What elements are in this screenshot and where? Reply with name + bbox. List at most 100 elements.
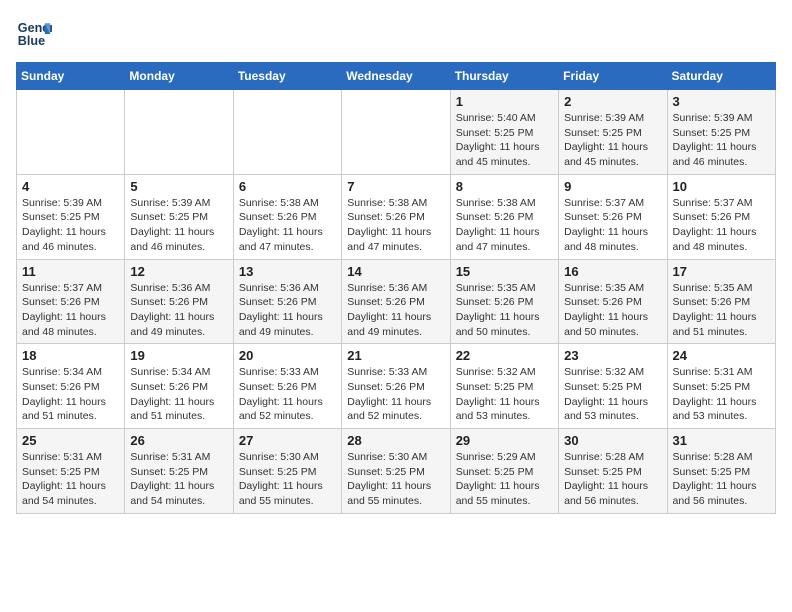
calendar-cell: 25 Sunrise: 5:31 AM Sunset: 5:25 PM Dayli… (17, 429, 125, 514)
weekday-header: Tuesday (233, 63, 341, 90)
calendar-cell: 18Sunrise: 5:34 AM Sunset: 5:26 PM Dayli… (17, 344, 125, 429)
calendar-cell: 26 Sunrise: 5:31 AM Sunset: 5:25 PM Dayli… (125, 429, 233, 514)
calendar-cell: 15 Sunrise: 5:35 AM Sunset: 5:26 PM Dayli… (450, 259, 558, 344)
day-number: 20 (239, 348, 336, 363)
day-info: Sunrise: 5:35 AM Sunset: 5:26 PM Dayligh… (456, 281, 553, 340)
day-number: 1 (456, 94, 553, 109)
day-number: 23 (564, 348, 661, 363)
day-number: 4 (22, 179, 119, 194)
calendar-cell: 28 Sunrise: 5:30 AM Sunset: 5:25 PM Dayli… (342, 429, 450, 514)
day-info: Sunrise: 5:30 AM Sunset: 5:25 PM Dayligh… (347, 450, 444, 509)
calendar-cell (342, 90, 450, 175)
calendar-cell: 8 Sunrise: 5:38 AM Sunset: 5:26 PM Daylig… (450, 174, 558, 259)
day-number: 2 (564, 94, 661, 109)
day-info: Sunrise: 5:37 AM Sunset: 5:26 PM Dayligh… (564, 196, 661, 255)
calendar-cell: 4 Sunrise: 5:39 AM Sunset: 5:25 PM Daylig… (17, 174, 125, 259)
weekday-header: Wednesday (342, 63, 450, 90)
day-number: 21 (347, 348, 444, 363)
day-number: 30 (564, 433, 661, 448)
calendar-cell: 17Sunrise: 5:35 AM Sunset: 5:26 PM Dayli… (667, 259, 775, 344)
day-number: 5 (130, 179, 227, 194)
day-info: Sunrise: 5:33 AM Sunset: 5:26 PM Dayligh… (239, 365, 336, 424)
calendar-cell: 14 Sunrise: 5:36 AM Sunset: 5:26 PM Dayli… (342, 259, 450, 344)
day-number: 13 (239, 264, 336, 279)
calendar-cell: 13 Sunrise: 5:36 AM Sunset: 5:26 PM Dayli… (233, 259, 341, 344)
calendar-cell: 3 Sunrise: 5:39 AM Sunset: 5:25 PM Daylig… (667, 90, 775, 175)
day-info: Sunrise: 5:31 AM Sunset: 5:25 PM Dayligh… (130, 450, 227, 509)
calendar-cell: 6 Sunrise: 5:38 AM Sunset: 5:26 PM Daylig… (233, 174, 341, 259)
calendar-cell: 10 Sunrise: 5:37 AM Sunset: 5:26 PM Dayli… (667, 174, 775, 259)
calendar-cell: 7Sunrise: 5:38 AM Sunset: 5:26 PM Daylig… (342, 174, 450, 259)
day-info: Sunrise: 5:33 AM Sunset: 5:26 PM Dayligh… (347, 365, 444, 424)
day-number: 24 (673, 348, 770, 363)
calendar-cell: 23 Sunrise: 5:32 AM Sunset: 5:25 PM Dayli… (559, 344, 667, 429)
weekday-header: Friday (559, 63, 667, 90)
calendar-cell (125, 90, 233, 175)
day-number: 19 (130, 348, 227, 363)
day-info: Sunrise: 5:39 AM Sunset: 5:25 PM Dayligh… (564, 111, 661, 170)
day-info: Sunrise: 5:36 AM Sunset: 5:26 PM Dayligh… (239, 281, 336, 340)
day-info: Sunrise: 5:38 AM Sunset: 5:26 PM Dayligh… (239, 196, 336, 255)
calendar-cell: 12Sunrise: 5:36 AM Sunset: 5:26 PM Dayli… (125, 259, 233, 344)
page-header: General Blue (16, 16, 776, 52)
day-number: 31 (673, 433, 770, 448)
day-number: 12 (130, 264, 227, 279)
logo-icon: General Blue (16, 16, 52, 52)
weekday-header: Sunday (17, 63, 125, 90)
calendar-cell: 9Sunrise: 5:37 AM Sunset: 5:26 PM Daylig… (559, 174, 667, 259)
calendar-cell: 29 Sunrise: 5:29 AM Sunset: 5:25 PM Dayli… (450, 429, 558, 514)
day-number: 17 (673, 264, 770, 279)
day-number: 11 (22, 264, 119, 279)
calendar-cell: 19 Sunrise: 5:34 AM Sunset: 5:26 PM Dayli… (125, 344, 233, 429)
day-info: Sunrise: 5:34 AM Sunset: 5:26 PM Dayligh… (22, 365, 119, 424)
day-number: 6 (239, 179, 336, 194)
day-info: Sunrise: 5:31 AM Sunset: 5:25 PM Dayligh… (22, 450, 119, 509)
day-info: Sunrise: 5:29 AM Sunset: 5:25 PM Dayligh… (456, 450, 553, 509)
calendar-cell: 20 Sunrise: 5:33 AM Sunset: 5:26 PM Dayli… (233, 344, 341, 429)
day-number: 14 (347, 264, 444, 279)
calendar-cell (233, 90, 341, 175)
day-number: 25 (22, 433, 119, 448)
calendar-cell: 1 Sunrise: 5:40 AM Sunset: 5:25 PM Daylig… (450, 90, 558, 175)
calendar-cell: 5 Sunrise: 5:39 AM Sunset: 5:25 PM Daylig… (125, 174, 233, 259)
day-info: Sunrise: 5:30 AM Sunset: 5:25 PM Dayligh… (239, 450, 336, 509)
calendar-cell: 24 Sunrise: 5:31 AM Sunset: 5:25 PM Dayli… (667, 344, 775, 429)
day-info: Sunrise: 5:32 AM Sunset: 5:25 PM Dayligh… (564, 365, 661, 424)
calendar-cell: 31 Sunrise: 5:28 AM Sunset: 5:25 PM Dayli… (667, 429, 775, 514)
day-number: 7 (347, 179, 444, 194)
calendar-table: SundayMondayTuesdayWednesdayThursdayFrid… (16, 62, 776, 514)
day-info: Sunrise: 5:39 AM Sunset: 5:25 PM Dayligh… (22, 196, 119, 255)
calendar-cell: 30 Sunrise: 5:28 AM Sunset: 5:25 PM Dayli… (559, 429, 667, 514)
day-number: 16 (564, 264, 661, 279)
day-info: Sunrise: 5:32 AM Sunset: 5:25 PM Dayligh… (456, 365, 553, 424)
calendar-cell: 27 Sunrise: 5:30 AM Sunset: 5:25 PM Dayli… (233, 429, 341, 514)
day-info: Sunrise: 5:39 AM Sunset: 5:25 PM Dayligh… (130, 196, 227, 255)
day-number: 22 (456, 348, 553, 363)
logo: General Blue (16, 16, 52, 52)
weekday-header: Saturday (667, 63, 775, 90)
day-info: Sunrise: 5:28 AM Sunset: 5:25 PM Dayligh… (673, 450, 770, 509)
day-number: 3 (673, 94, 770, 109)
day-info: Sunrise: 5:38 AM Sunset: 5:26 PM Dayligh… (456, 196, 553, 255)
day-number: 26 (130, 433, 227, 448)
day-number: 15 (456, 264, 553, 279)
day-info: Sunrise: 5:37 AM Sunset: 5:26 PM Dayligh… (22, 281, 119, 340)
day-number: 10 (673, 179, 770, 194)
day-info: Sunrise: 5:34 AM Sunset: 5:26 PM Dayligh… (130, 365, 227, 424)
day-info: Sunrise: 5:28 AM Sunset: 5:25 PM Dayligh… (564, 450, 661, 509)
calendar-cell (17, 90, 125, 175)
calendar-header: SundayMondayTuesdayWednesdayThursdayFrid… (17, 63, 776, 90)
day-info: Sunrise: 5:40 AM Sunset: 5:25 PM Dayligh… (456, 111, 553, 170)
calendar-cell: 11 Sunrise: 5:37 AM Sunset: 5:26 PM Dayli… (17, 259, 125, 344)
day-info: Sunrise: 5:39 AM Sunset: 5:25 PM Dayligh… (673, 111, 770, 170)
svg-text:Blue: Blue (18, 34, 45, 48)
day-info: Sunrise: 5:37 AM Sunset: 5:26 PM Dayligh… (673, 196, 770, 255)
calendar-cell: 22 Sunrise: 5:32 AM Sunset: 5:25 PM Dayli… (450, 344, 558, 429)
day-info: Sunrise: 5:31 AM Sunset: 5:25 PM Dayligh… (673, 365, 770, 424)
day-number: 27 (239, 433, 336, 448)
weekday-header: Thursday (450, 63, 558, 90)
day-number: 28 (347, 433, 444, 448)
day-number: 29 (456, 433, 553, 448)
day-number: 8 (456, 179, 553, 194)
day-info: Sunrise: 5:36 AM Sunset: 5:26 PM Dayligh… (347, 281, 444, 340)
